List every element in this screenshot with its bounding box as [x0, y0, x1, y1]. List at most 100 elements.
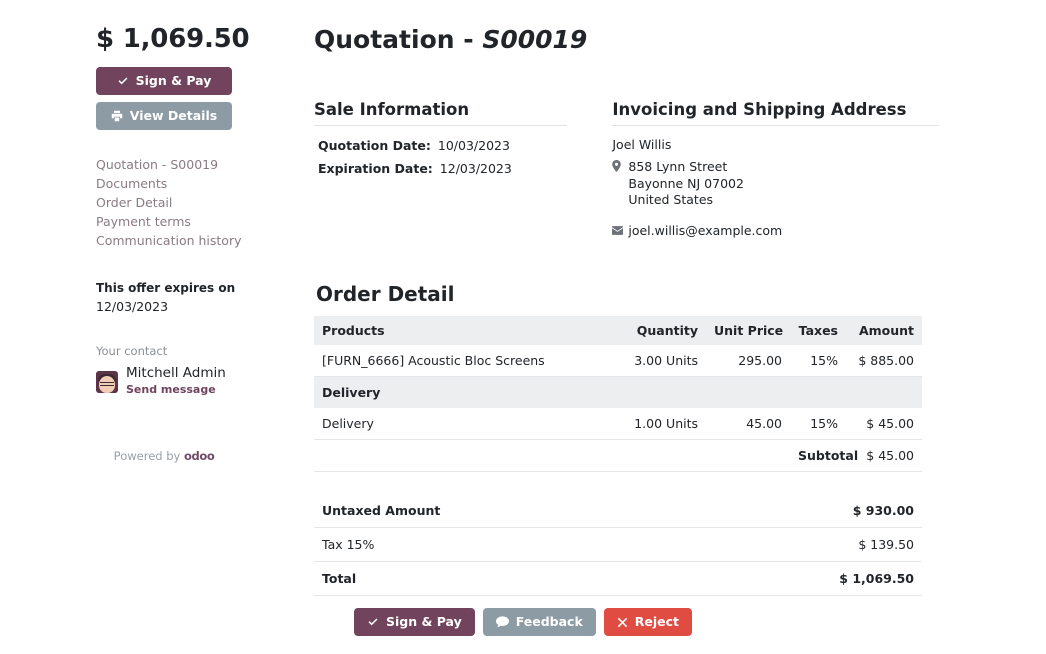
footer-sign-and-pay-label: Sign & Pay: [386, 616, 462, 629]
view-details-label: View Details: [130, 110, 217, 123]
close-icon: [617, 617, 628, 628]
table-row: [FURN_6666] Acoustic Bloc Screens 3.00 U…: [314, 345, 922, 377]
reject-button[interactable]: Reject: [604, 608, 692, 636]
check-icon: [117, 75, 129, 87]
map-pin-icon: [612, 159, 628, 209]
section-label-delivery: Delivery: [314, 377, 922, 409]
avatar: [96, 371, 118, 393]
totals-row-total: Total $ 1,069.50: [314, 562, 922, 596]
offer-expiry-date: 12/03/2023: [96, 297, 296, 316]
row-unit-price: 45.00: [706, 408, 790, 440]
powered-by-label: Powered by: [114, 449, 181, 463]
contact-row: Mitchell Admin Send message: [96, 366, 296, 397]
address-country: United States: [628, 192, 744, 209]
table-subtotal-row: Subtotal $ 45.00: [314, 440, 922, 472]
row-quantity: 3.00 Units: [614, 345, 706, 377]
quotation-date-row: Quotation Date: 10/03/2023: [314, 134, 567, 157]
view-details-button[interactable]: View Details: [96, 102, 232, 130]
page-title-prefix: Quotation -: [314, 25, 482, 54]
sidebar-sign-and-pay-button[interactable]: Sign & Pay: [96, 67, 232, 95]
sidebar-link-payment-terms[interactable]: Payment terms: [96, 212, 296, 231]
totals-table: Untaxed Amount $ 930.00 Tax 15% $ 139.50…: [314, 494, 922, 596]
table-row: Delivery 1.00 Units 45.00 15% $ 45.00: [314, 408, 922, 440]
subtotal-label: Subtotal: [790, 440, 846, 472]
table-section-row: Delivery: [314, 377, 922, 409]
offer-expiry-title: This offer expires on: [96, 280, 296, 297]
column-header-taxes: Taxes: [790, 316, 846, 345]
customer-name: Joel Willis: [612, 134, 939, 155]
totals-table-body: Untaxed Amount $ 930.00 Tax 15% $ 139.50…: [314, 494, 922, 596]
row-taxes: 15%: [790, 408, 846, 440]
send-message-link[interactable]: Send message: [126, 383, 226, 397]
totals-row-tax: Tax 15% $ 139.50: [314, 528, 922, 562]
order-detail-table-head: Products Quantity Unit Price Taxes Amoun…: [314, 316, 922, 345]
page-title: Quotation - S00019: [314, 24, 939, 56]
customer-email[interactable]: joel.willis@example.com: [628, 223, 782, 241]
row-amount: $ 45.00: [846, 408, 922, 440]
main-content: Quotation - S00019 Sale Information Quot…: [314, 24, 939, 596]
column-header-quantity: Quantity: [614, 316, 706, 345]
postal-address: 858 Lynn Street Bayonne NJ 07002 United …: [612, 159, 939, 209]
row-taxes: 15%: [790, 345, 846, 377]
powered-by: Powered by odoo: [96, 449, 232, 463]
column-header-products: Products: [314, 316, 614, 345]
column-header-unit-price: Unit Price: [706, 316, 790, 345]
tax-value: $ 139.50: [618, 528, 922, 562]
order-detail-heading: Order Detail: [316, 282, 939, 306]
sidebar-link-communication-history[interactable]: Communication history: [96, 231, 296, 250]
totals-row-untaxed: Untaxed Amount $ 930.00: [314, 494, 922, 528]
contact-name: Mitchell Admin: [126, 366, 226, 381]
sale-information-section: Sale Information Quotation Date: 10/03/2…: [314, 100, 567, 240]
expiration-date-label: Expiration Date:: [318, 157, 433, 180]
offer-expiry-block: This offer expires on 12/03/2023: [96, 280, 296, 316]
email-row: joel.willis@example.com: [612, 223, 939, 241]
sidebar: $ 1,069.50 Sign & Pay View Details Quota…: [96, 24, 296, 463]
sale-information-heading: Sale Information: [314, 100, 567, 126]
contact-label: Your contact: [96, 344, 296, 358]
expiration-date-row: Expiration Date: 12/03/2023: [314, 157, 567, 180]
quotation-date-label: Quotation Date:: [318, 134, 431, 157]
sidebar-link-documents[interactable]: Documents: [96, 174, 296, 193]
address-section: Invoicing and Shipping Address Joel Will…: [612, 100, 939, 240]
contact-text: Mitchell Admin Send message: [126, 366, 226, 397]
column-header-amount: Amount: [846, 316, 922, 345]
footer-action-bar: Sign & Pay Feedback Reject: [0, 608, 1046, 636]
feedback-label: Feedback: [516, 616, 583, 629]
reject-label: Reject: [635, 616, 679, 629]
info-columns: Sale Information Quotation Date: 10/03/2…: [314, 100, 939, 240]
untaxed-amount-label: Untaxed Amount: [314, 494, 618, 528]
footer-sign-and-pay-button[interactable]: Sign & Pay: [354, 608, 475, 636]
sidebar-link-order-detail[interactable]: Order Detail: [96, 193, 296, 212]
check-icon: [367, 616, 379, 628]
print-icon: [111, 110, 123, 122]
sidebar-link-quotation[interactable]: Quotation - S00019: [96, 155, 296, 174]
contact-block: Your contact Mitchell Admin Send message: [96, 344, 296, 397]
feedback-button[interactable]: Feedback: [483, 608, 596, 636]
subtotal-spacer: [314, 440, 614, 472]
row-amount: $ 885.00: [846, 345, 922, 377]
sidebar-links: Quotation - S00019 Documents Order Detai…: [96, 155, 296, 250]
tax-label: Tax 15%: [314, 528, 618, 562]
subtotal-spacer-qty: [614, 440, 706, 472]
quotation-date-value: 10/03/2023: [438, 134, 510, 157]
avatar-glasses: [100, 382, 114, 386]
row-quantity: 1.00 Units: [614, 408, 706, 440]
row-product: [FURN_6666] Acoustic Bloc Screens: [314, 345, 614, 377]
subtotal-spacer-unit: [706, 440, 790, 472]
order-detail-table-body: [FURN_6666] Acoustic Bloc Screens 3.00 U…: [314, 345, 922, 472]
address-street: 858 Lynn Street: [628, 159, 744, 176]
address-heading: Invoicing and Shipping Address: [612, 100, 939, 126]
address-lines: 858 Lynn Street Bayonne NJ 07002 United …: [628, 159, 744, 209]
comment-icon: [496, 616, 509, 628]
sidebar-sign-and-pay-label: Sign & Pay: [136, 75, 212, 88]
table-header-row: Products Quantity Unit Price Taxes Amoun…: [314, 316, 922, 345]
total-amount: $ 1,069.50: [96, 24, 296, 54]
address-city: Bayonne NJ 07002: [628, 176, 744, 193]
envelope-icon: [612, 223, 628, 241]
row-product: Delivery: [314, 408, 614, 440]
total-value: $ 1,069.50: [618, 562, 922, 596]
page-title-reference: S00019: [482, 25, 587, 54]
row-unit-price: 295.00: [706, 345, 790, 377]
total-label: Total: [314, 562, 618, 596]
odoo-logo: odoo: [184, 449, 214, 463]
